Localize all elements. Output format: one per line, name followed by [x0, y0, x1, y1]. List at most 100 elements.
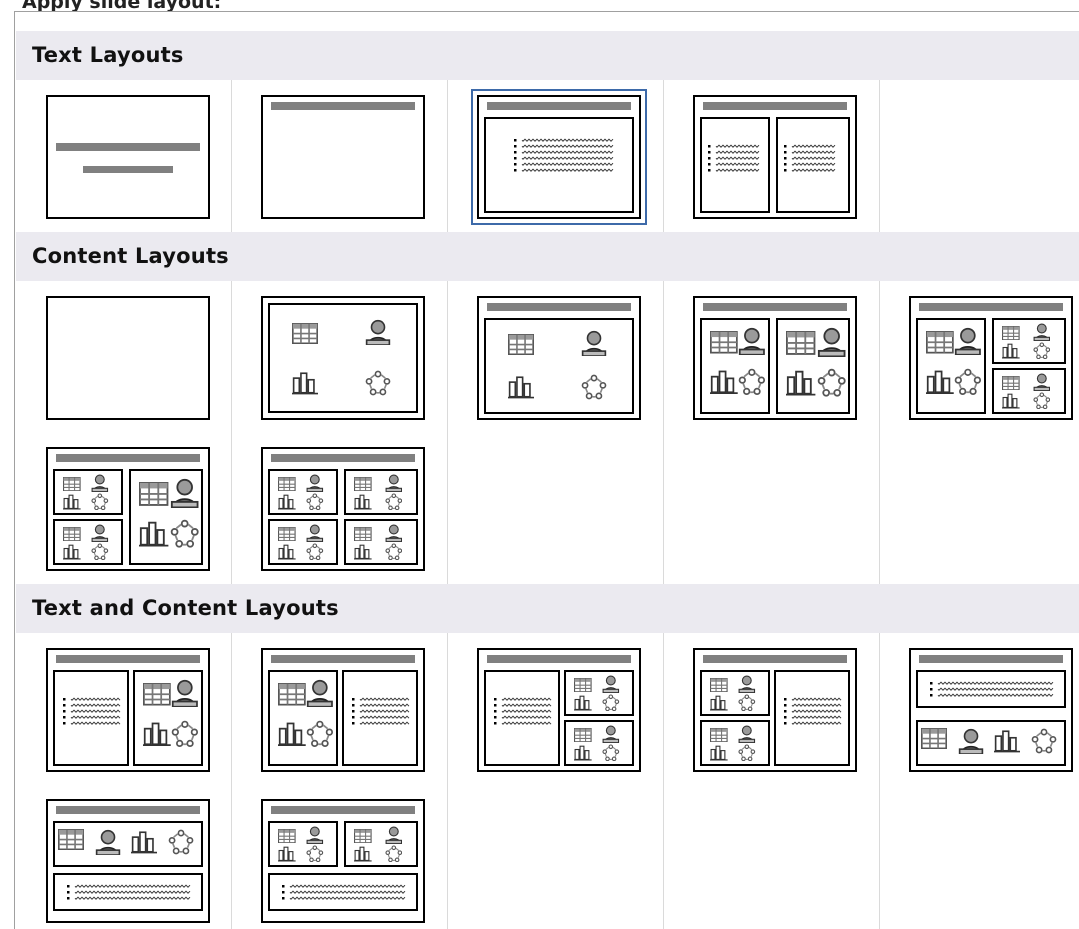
table-icon [58, 828, 85, 854]
layout-thumbnail [909, 648, 1073, 772]
table-icon [925, 331, 954, 358]
layout-thumbnail [693, 648, 857, 772]
title-placeholder-bar [487, 102, 631, 110]
clipart-icon [817, 327, 846, 360]
placeholder-slot [992, 368, 1066, 414]
placeholder-slot [776, 318, 850, 414]
placeholder-slot [133, 670, 203, 766]
diagram-icon [91, 493, 109, 515]
layout-thumbnail [261, 95, 425, 219]
layout-title-content-objects[interactable] [447, 283, 662, 433]
layout-thumbnail [693, 95, 857, 219]
layout-title-text-and-two-contents[interactable] [447, 635, 662, 785]
placeholder-slot [268, 821, 338, 867]
layout-title-text-and-content[interactable] [16, 635, 231, 785]
placeholder-slot [129, 469, 203, 565]
layout-blank[interactable] [16, 283, 231, 433]
diagram-icon [306, 720, 334, 752]
chart-icon [709, 744, 728, 766]
placeholder-slot [484, 318, 634, 414]
layout-thumbnail [909, 296, 1073, 420]
title-placeholder-bar [271, 102, 415, 110]
layout-title-slide[interactable] [16, 82, 231, 232]
chart-icon [573, 694, 592, 716]
table-icon [291, 322, 318, 348]
table-icon [142, 683, 171, 710]
clipart-icon [171, 679, 199, 711]
diagram-icon [170, 519, 199, 552]
diagram-icon [602, 694, 620, 716]
placeholder-slot [484, 670, 560, 766]
placeholder-slot [484, 117, 634, 213]
title-placeholder-bar [703, 655, 847, 663]
layout-title-two-content[interactable] [663, 82, 878, 232]
title-placeholder-bar [919, 303, 1063, 311]
bullet-list-icon [282, 883, 406, 901]
layout-title-only[interactable] [231, 82, 446, 232]
layout-thumbnail [46, 447, 210, 571]
diagram-icon [306, 493, 324, 515]
layout-title-text-over-content[interactable] [879, 635, 1079, 785]
diagram-icon [384, 493, 403, 515]
diagram-icon [171, 720, 199, 752]
subtitle-placeholder-bar [83, 166, 173, 173]
bullet-list-icon [494, 696, 552, 726]
placeholder-slot [53, 670, 129, 766]
chart-icon [354, 845, 373, 867]
layout-title-two-objects-and-object[interactable] [16, 434, 231, 584]
diagram-icon [365, 370, 391, 400]
bullet-list-icon [67, 883, 191, 901]
layout-title-two-contents-and-text[interactable] [663, 635, 878, 785]
diagram-icon [738, 694, 756, 716]
placeholder-slot [53, 873, 203, 911]
layout-title-content[interactable] [447, 82, 662, 232]
chart-icon [1002, 392, 1021, 414]
chart-icon [1002, 342, 1021, 364]
diagram-icon [384, 543, 403, 565]
layout-thumbnail [261, 296, 425, 420]
clipart-icon [170, 478, 199, 511]
bullet-list-icon [930, 680, 1054, 698]
diagram-icon [384, 845, 403, 867]
chart-icon [709, 694, 728, 716]
layout-title-four-objects[interactable] [231, 434, 446, 584]
slide-layout-pane: Text Layouts Content Layouts Text and Co… [14, 11, 1079, 929]
clipart-icon [306, 679, 334, 711]
layout-title-content-over-text[interactable] [16, 786, 231, 929]
title-placeholder-bar [271, 655, 415, 663]
layout-thumbnail [261, 799, 425, 923]
placeholder-slot [564, 720, 634, 766]
chart-icon [139, 519, 169, 552]
layout-title-object-and-two-objects[interactable] [879, 283, 1079, 433]
title-placeholder-bar [271, 454, 415, 462]
placeholder-slot [53, 469, 123, 515]
title-placeholder-bar [56, 655, 200, 663]
placeholder-slot [776, 117, 850, 213]
placeholder-slot [268, 469, 338, 515]
layout-thumbnail [46, 648, 210, 772]
placeholder-slot [916, 670, 1066, 708]
placeholder-slot [342, 670, 418, 766]
clipart-icon [95, 829, 121, 859]
diagram-icon [954, 368, 982, 400]
chart-icon [277, 720, 306, 752]
layout-title-content-and-text[interactable] [231, 635, 446, 785]
diagram-icon [817, 368, 846, 401]
layout-title-two-contents-over-text[interactable] [231, 786, 446, 929]
layout-thumbnail [477, 648, 641, 772]
chart-icon [277, 845, 296, 867]
chart-icon [277, 543, 296, 565]
placeholder-slot [268, 303, 418, 413]
layout-title-two-objects[interactable] [663, 283, 878, 433]
layout-centered-content[interactable] [231, 283, 446, 433]
chart-icon [709, 368, 738, 400]
table-icon [139, 482, 169, 510]
title-placeholder-bar [487, 655, 631, 663]
layout-thumbnail [471, 89, 647, 225]
layout-thumbnail [261, 648, 425, 772]
placeholder-slot [774, 670, 850, 766]
title-placeholder-bar [271, 806, 415, 814]
bullet-list-icon [784, 143, 836, 173]
diagram-icon [1032, 342, 1051, 364]
chart-icon [507, 374, 534, 404]
